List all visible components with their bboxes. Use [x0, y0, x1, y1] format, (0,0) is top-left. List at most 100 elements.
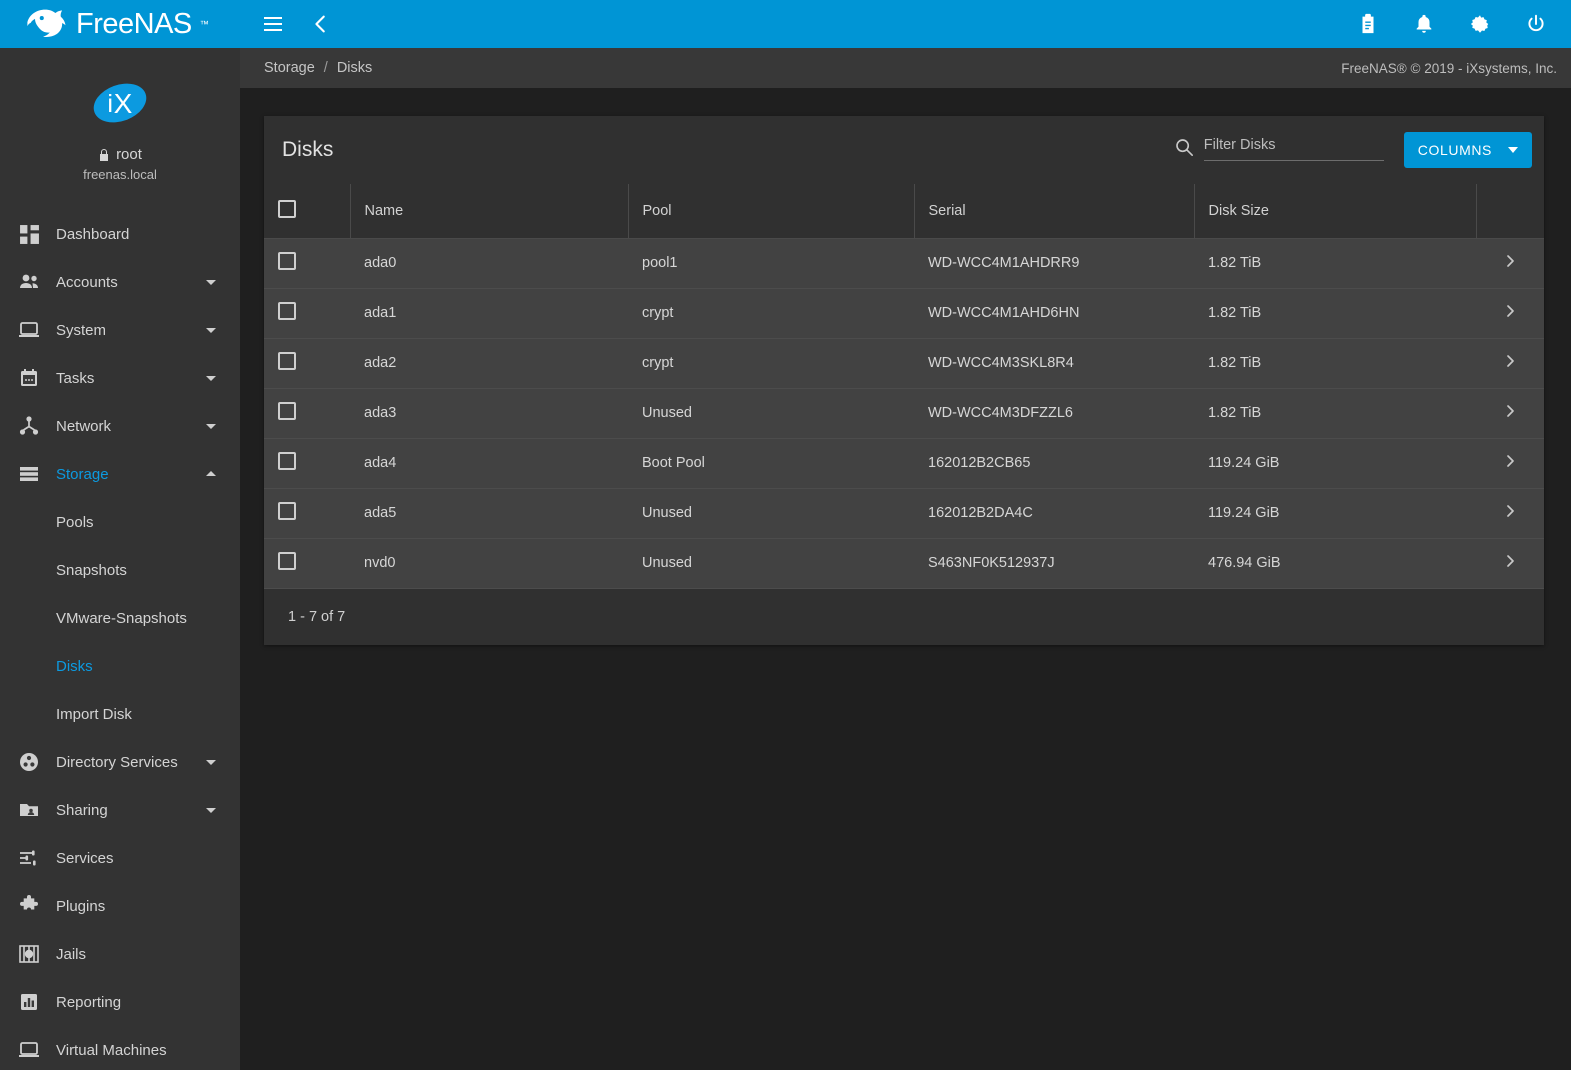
row-checkbox-cell: [264, 388, 350, 438]
table-row[interactable]: ada5 Unused 162012B2DA4C 119.24 GiB: [264, 488, 1544, 538]
sidebar-item-system[interactable]: System: [0, 306, 240, 354]
sidebar-item-services[interactable]: Services: [0, 834, 240, 882]
sidebar-label-import-disk: Import Disk: [56, 706, 132, 723]
filter-disks-input[interactable]: [1204, 137, 1384, 161]
row-checkbox[interactable]: [278, 552, 296, 570]
table-row[interactable]: ada0 pool1 WD-WCC4M1AHDRR9 1.82 TiB: [264, 238, 1544, 288]
column-header-name[interactable]: Name: [350, 184, 628, 238]
gear-settings-icon[interactable]: [1467, 11, 1493, 37]
bell-notifications-icon[interactable]: [1411, 11, 1437, 37]
row-checkbox[interactable]: [278, 402, 296, 420]
content-area: Disks COLUMNS: [240, 88, 1571, 1070]
column-header-pool[interactable]: Pool: [628, 184, 914, 238]
chevron-down-icon[interactable]: [204, 803, 218, 817]
row-expand-cell[interactable]: [1476, 438, 1544, 488]
cell-serial: WD-WCC4M1AHD6HN: [914, 288, 1194, 338]
brand-header: FreeNAS ™: [0, 0, 240, 48]
columns-button[interactable]: COLUMNS: [1404, 132, 1532, 168]
chevron-left-icon[interactable]: [308, 11, 334, 37]
chevron-right-icon[interactable]: [1503, 254, 1517, 272]
services-sliders-icon: [12, 847, 46, 869]
row-checkbox[interactable]: [278, 302, 296, 320]
sidebar-item-jails[interactable]: Jails: [0, 930, 240, 978]
chevron-right-icon[interactable]: [1503, 304, 1517, 322]
disks-card: Disks COLUMNS: [264, 116, 1544, 645]
sidebar-label-accounts: Accounts: [46, 274, 204, 291]
power-icon[interactable]: [1523, 11, 1549, 37]
row-expand-cell[interactable]: [1476, 488, 1544, 538]
sidebar-item-virtual-machines[interactable]: Virtual Machines: [0, 1026, 240, 1070]
sidebar-item-storage[interactable]: Storage: [0, 450, 240, 498]
sidebar-item-reporting[interactable]: Reporting: [0, 978, 240, 1026]
sidebar-item-network[interactable]: Network: [0, 402, 240, 450]
sidebar-label-disks: Disks: [56, 658, 93, 675]
sidebar-item-import-disk[interactable]: Import Disk: [0, 690, 240, 738]
profile-username: root: [116, 146, 142, 163]
clipboard-tasks-icon[interactable]: [1355, 11, 1381, 37]
sidebar-item-vmware-snapshots[interactable]: VMware-Snapshots: [0, 594, 240, 642]
chevron-down-icon[interactable]: [204, 755, 218, 769]
row-checkbox-cell: [264, 538, 350, 588]
sidebar-item-pools[interactable]: Pools: [0, 498, 240, 546]
row-checkbox[interactable]: [278, 502, 296, 520]
sidebar-item-disks[interactable]: Disks: [0, 642, 240, 690]
row-expand-cell[interactable]: [1476, 538, 1544, 588]
chevron-down-icon[interactable]: [204, 275, 218, 289]
column-header-serial[interactable]: Serial: [914, 184, 1194, 238]
svg-text:i: i: [107, 90, 113, 118]
chevron-right-icon[interactable]: [1503, 454, 1517, 472]
chevron-right-icon[interactable]: [1503, 404, 1517, 422]
column-header-disk-size[interactable]: Disk Size: [1194, 184, 1476, 238]
row-expand-cell[interactable]: [1476, 388, 1544, 438]
cell-pool: Unused: [628, 388, 914, 438]
profile-hostname: freenas.local: [0, 167, 240, 182]
hamburger-menu-icon[interactable]: [260, 11, 286, 37]
row-expand-cell[interactable]: [1476, 238, 1544, 288]
chevron-up-icon[interactable]: [204, 467, 218, 481]
freenas-logo: FreeNAS ™: [24, 7, 209, 41]
table-row[interactable]: ada3 Unused WD-WCC4M3DFZZL6 1.82 TiB: [264, 388, 1544, 438]
cell-name: ada4: [350, 438, 628, 488]
cell-disk-size: 119.24 GiB: [1194, 488, 1476, 538]
sidebar-item-sharing[interactable]: Sharing: [0, 786, 240, 834]
chevron-right-icon[interactable]: [1503, 504, 1517, 522]
ix-systems-logo: i X: [91, 74, 149, 132]
svg-text:X: X: [114, 88, 133, 119]
row-checkbox[interactable]: [278, 252, 296, 270]
select-all-checkbox[interactable]: [278, 200, 296, 218]
cell-serial: S463NF0K512937J: [914, 538, 1194, 588]
freenas-app: FreeNAS ™ i X root freenas.local: [0, 0, 1571, 1070]
select-all-header: [264, 184, 350, 238]
chevron-down-icon[interactable]: [204, 323, 218, 337]
sidebar-item-dashboard[interactable]: Dashboard: [0, 210, 240, 258]
sidebar-label-jails: Jails: [46, 946, 226, 963]
sidebar-item-accounts[interactable]: Accounts: [0, 258, 240, 306]
row-expand-cell[interactable]: [1476, 288, 1544, 338]
table-row[interactable]: ada4 Boot Pool 162012B2CB65 119.24 GiB: [264, 438, 1544, 488]
table-header: Name Pool Serial Disk Size: [264, 184, 1544, 238]
chevron-right-icon[interactable]: [1503, 554, 1517, 572]
sidebar-label-services: Services: [46, 850, 226, 867]
table-row[interactable]: ada2 crypt WD-WCC4M3SKL8R4 1.82 TiB: [264, 338, 1544, 388]
brand-trademark: ™: [200, 19, 209, 29]
breadcrumb-separator: /: [324, 60, 328, 76]
caret-down-icon: [1508, 147, 1518, 153]
breadcrumb-storage[interactable]: Storage: [264, 60, 315, 76]
row-expand-cell[interactable]: [1476, 338, 1544, 388]
chevron-down-icon[interactable]: [204, 419, 218, 433]
cell-pool: Unused: [628, 538, 914, 588]
profile-block: i X root freenas.local: [0, 48, 240, 198]
table-row[interactable]: nvd0 Unused S463NF0K512937J 476.94 GiB: [264, 538, 1544, 588]
sidebar-item-directory-services[interactable]: Directory Services: [0, 738, 240, 786]
sidebar-item-plugins[interactable]: Plugins: [0, 882, 240, 930]
sidebar-item-snapshots[interactable]: Snapshots: [0, 546, 240, 594]
cell-serial: WD-WCC4M1AHDRR9: [914, 238, 1194, 288]
chevron-right-icon[interactable]: [1503, 354, 1517, 372]
sidebar: FreeNAS ™ i X root freenas.local: [0, 0, 240, 1070]
search-icon[interactable]: [1174, 137, 1194, 161]
row-checkbox[interactable]: [278, 452, 296, 470]
sidebar-item-tasks[interactable]: Tasks: [0, 354, 240, 402]
row-checkbox[interactable]: [278, 352, 296, 370]
chevron-down-icon[interactable]: [204, 371, 218, 385]
table-row[interactable]: ada1 crypt WD-WCC4M1AHD6HN 1.82 TiB: [264, 288, 1544, 338]
